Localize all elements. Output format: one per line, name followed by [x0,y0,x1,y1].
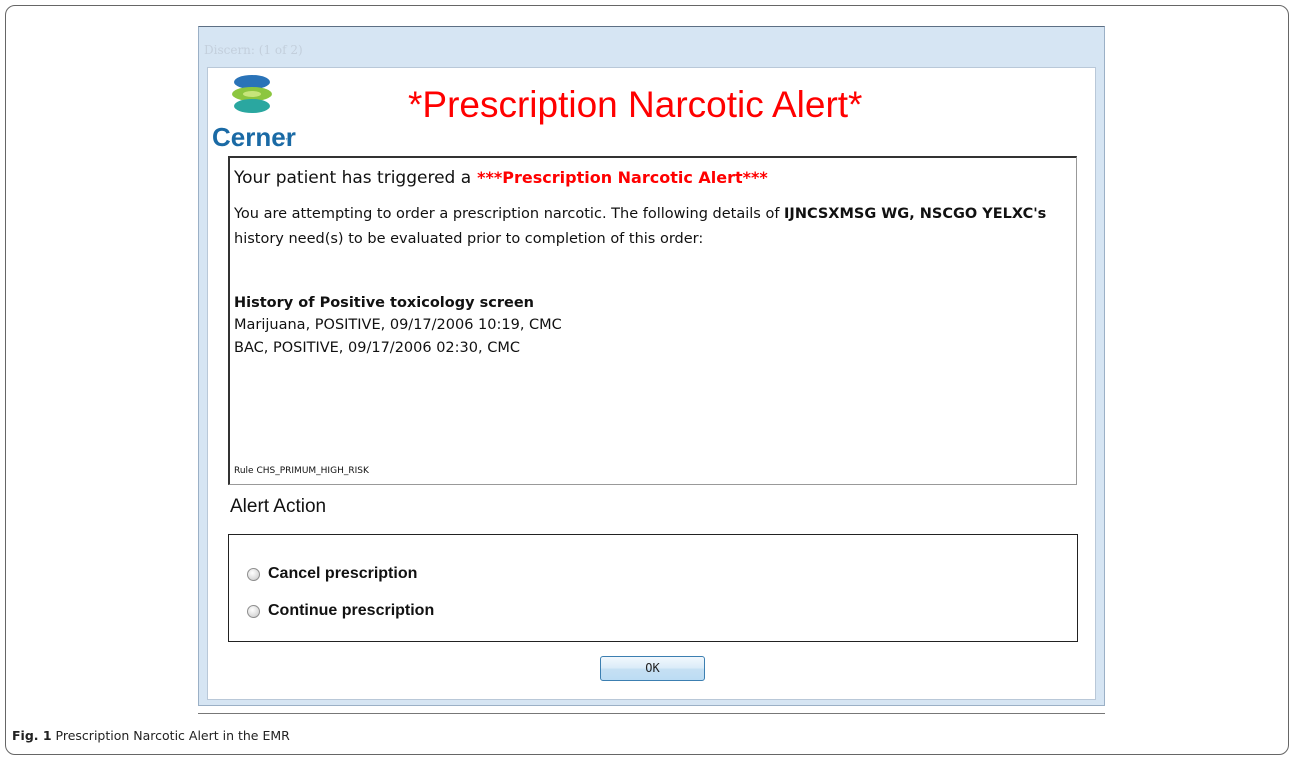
message-intro: Your patient has triggered a ***Prescript… [234,166,1072,190]
alert-client-area: Cerner ™ *Prescription Narcotic Alert* Y… [207,67,1096,700]
discern-alert-window: Discern: (1 of 2) Cerner ™ *Prescription… [198,26,1105,706]
cancel-prescription-radio[interactable] [247,567,260,581]
cerner-logo: Cerner ™ [212,72,296,156]
figure-caption: Fig. 1 Prescription Narcotic Alert in th… [12,728,290,743]
patient-name: IJNCSXMSG WG, NSCGO YELXC's [784,206,1047,222]
ok-button[interactable]: OK [600,656,705,681]
rule-name: Rule CHS_PRIMUM_HIGH_RISK [234,466,369,476]
message-intro-text: Your patient has triggered a [234,168,472,188]
continue-prescription-label: Continue prescription [268,602,435,619]
figure-caption-label: Fig. 1 [12,728,52,743]
cancel-prescription-option[interactable]: Cancel prescription [247,565,417,583]
cerner-logo-icon [232,75,272,113]
message-body-pre: You are attempting to order a prescripti… [234,206,785,222]
cerner-logo-tm: ™ [285,138,291,144]
figure-caption-text: Prescription Narcotic Alert in the EMR [51,728,290,743]
history-item: Marijuana, POSITIVE, 09/17/2006 10:19, C… [234,317,562,333]
cerner-logo-text: Cerner [212,122,296,152]
history-item: BAC, POSITIVE, 09/17/2006 02:30, CMC [234,340,520,356]
message-body-post: history need(s) to be evaluated prior to… [234,231,704,247]
history-heading: History of Positive toxicology screen [234,295,534,311]
alert-message-box: Your patient has triggered a ***Prescript… [228,156,1077,485]
alert-action-box: Cancel prescription Continue prescriptio… [228,534,1078,642]
continue-prescription-option[interactable]: Continue prescription [247,602,434,620]
window-title: Discern: (1 of 2) [204,43,303,57]
cancel-prescription-label: Cancel prescription [268,565,418,582]
continue-prescription-radio[interactable] [247,604,260,618]
message-intro-alert: ***Prescription Narcotic Alert*** [477,168,768,187]
alert-title: *Prescription Narcotic Alert* [408,84,863,125]
alert-action-label: Alert Action [230,496,327,517]
message-body: You are attempting to order a prescripti… [234,202,1072,252]
window-bottom-divider [198,713,1105,714]
